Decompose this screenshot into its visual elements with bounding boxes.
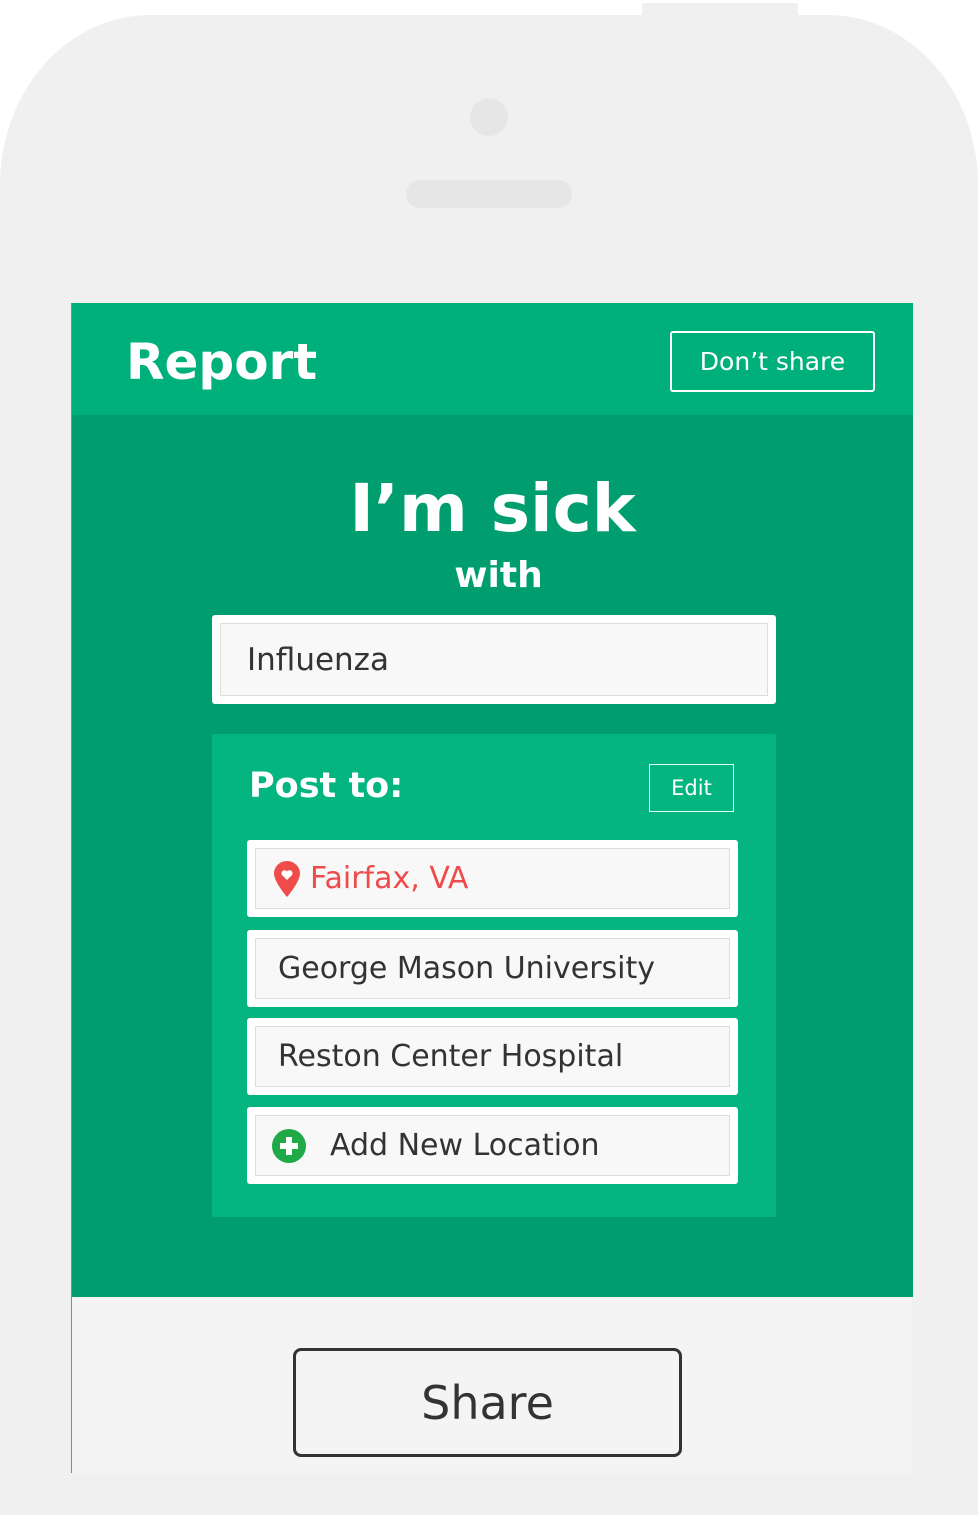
post-to-label: Post to: xyxy=(249,766,404,806)
plus-circle-icon xyxy=(272,1128,306,1163)
location-label: Reston Center Hospital xyxy=(278,1039,624,1074)
location-item[interactable]: Fairfax, VA xyxy=(247,840,738,917)
dont-share-button[interactable]: Don’t share xyxy=(670,331,875,392)
map-pin-heart-icon xyxy=(274,860,300,897)
add-location-button[interactable]: Add New Location xyxy=(247,1107,738,1184)
subhead: with xyxy=(454,555,543,596)
headline: I’m sick xyxy=(349,470,636,547)
page-title: Report xyxy=(126,333,318,391)
location-item[interactable]: Reston Center Hospital xyxy=(247,1018,738,1095)
header: Report Don’t share xyxy=(72,303,913,415)
disease-input[interactable]: Influenza xyxy=(212,615,776,704)
location-item[interactable]: George Mason University xyxy=(247,930,738,1007)
location-label: George Mason University xyxy=(278,951,656,986)
phone-speaker xyxy=(406,180,572,208)
edit-button[interactable]: Edit xyxy=(649,764,734,812)
location-label: Fairfax, VA xyxy=(310,861,469,896)
post-to-panel: Post to: Edit Fairfax, VA George Mason U… xyxy=(212,734,776,1217)
report-body: I’m sick with Influenza Post to: Edit Fa… xyxy=(72,415,913,1297)
add-location-label: Add New Location xyxy=(330,1128,600,1163)
disease-value[interactable]: Influenza xyxy=(220,623,768,696)
screen: Report Don’t share I’m sick with Influen… xyxy=(71,303,913,1473)
phone-camera xyxy=(470,98,508,136)
share-button[interactable]: Share xyxy=(293,1348,682,1457)
